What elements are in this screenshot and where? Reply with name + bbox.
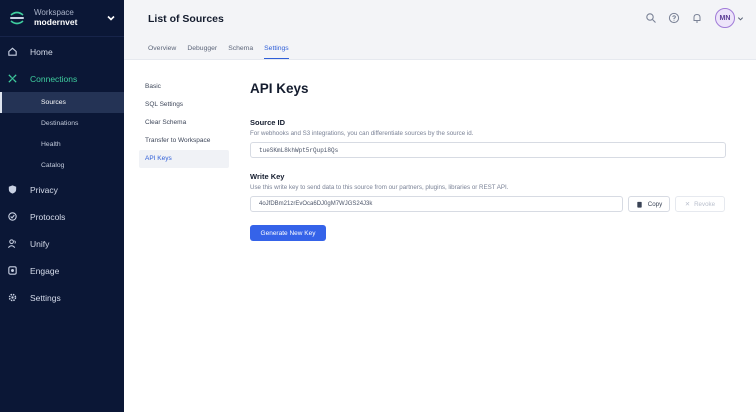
sidebar-item-label: Settings <box>30 292 61 303</box>
sidebar-item-connections[interactable]: Connections <box>0 65 124 92</box>
sidebar-subitem-health[interactable]: Health <box>0 134 124 155</box>
section-title: API Keys <box>250 81 309 96</box>
sidebar: Workspace modernvet Home Connections Sou… <box>0 0 124 412</box>
copy-button[interactable]: Copy <box>628 196 670 212</box>
settings-nav-basic[interactable]: Basic <box>139 78 229 96</box>
source-id-field[interactable]: tueSKmL8khWpt5rQupi8Qs <box>250 142 726 158</box>
tab-overview[interactable]: Overview <box>148 37 176 59</box>
engage-icon <box>8 266 17 275</box>
close-icon: ✕ <box>684 200 691 208</box>
workspace-name: modernvet <box>34 16 78 27</box>
sidebar-item-label: Connections <box>30 73 78 84</box>
chevron-down-icon[interactable] <box>737 15 744 22</box>
sidebar-subitem-catalog[interactable]: Catalog <box>0 155 124 176</box>
revoke-button[interactable]: ✕ Revoke <box>675 196 725 212</box>
settings-nav-transfer[interactable]: Transfer to Workspace <box>139 132 229 150</box>
gear-icon <box>8 293 17 302</box>
shield-icon <box>8 185 17 194</box>
settings-nav-api-keys[interactable]: API Keys <box>139 150 229 168</box>
avatar[interactable]: MN <box>715 8 735 28</box>
sidebar-item-engage[interactable]: Engage <box>0 257 124 284</box>
workspace-switcher[interactable]: Workspace modernvet <box>0 0 124 37</box>
help-icon[interactable] <box>668 12 680 24</box>
sidebar-item-label: Engage <box>30 265 60 276</box>
revoke-button-label: Revoke <box>694 200 716 208</box>
page-title: List of Sources <box>148 12 224 25</box>
sidebar-item-label: Home <box>30 46 53 57</box>
sidebar-subitem-sources[interactable]: Sources <box>0 92 124 113</box>
generate-new-key-button[interactable]: Generate New Key <box>250 225 326 241</box>
copy-button-label: Copy <box>647 200 663 208</box>
bell-icon[interactable] <box>691 12 703 24</box>
settings-nav-sql-settings[interactable]: SQL Settings <box>139 96 229 114</box>
sidebar-item-unify[interactable]: Unify <box>0 230 124 257</box>
api-keys-panel: API Keys Source ID For webhooks and S3 i… <box>250 78 726 241</box>
clipboard-icon <box>637 201 642 208</box>
users-icon <box>7 239 16 248</box>
tab-debugger[interactable]: Debugger <box>187 37 217 59</box>
settings-nav-clear-schema[interactable]: Clear Schema <box>139 114 229 132</box>
tab-schema[interactable]: Schema <box>228 37 253 59</box>
chevron-down-icon <box>107 15 115 21</box>
write-key-help: Use this write key to send data to this … <box>250 184 509 191</box>
source-id-label: Source ID <box>250 118 286 127</box>
sidebar-item-privacy[interactable]: Privacy <box>0 176 124 203</box>
sidebar-item-label: Privacy <box>30 184 58 195</box>
search-icon[interactable] <box>645 12 657 24</box>
tab-settings[interactable]: Settings <box>264 37 289 59</box>
sidebar-item-home[interactable]: Home <box>0 38 124 65</box>
home-icon <box>8 47 17 56</box>
write-key-field[interactable]: 4oJfDBm21zrEvOca6DJ0gM7WJGS24J3k <box>250 196 623 212</box>
sidebar-item-label: Unify <box>30 238 50 249</box>
top-header: List of Sources MN <box>124 0 756 37</box>
source-tabs: Overview Debugger Schema Settings <box>124 37 756 60</box>
protocols-icon <box>8 212 17 221</box>
connections-icon <box>8 74 17 83</box>
sidebar-item-settings[interactable]: Settings <box>0 284 124 311</box>
workspace-logo-icon <box>10 11 24 25</box>
sidebar-item-protocols[interactable]: Protocols <box>0 203 124 230</box>
sidebar-subitem-destinations[interactable]: Destinations <box>0 113 124 134</box>
write-key-label: Write Key <box>250 172 285 181</box>
settings-nav: Basic SQL Settings Clear Schema Transfer… <box>139 78 229 168</box>
source-id-help: For webhooks and S3 integrations, you ca… <box>250 130 474 137</box>
sidebar-item-label: Protocols <box>30 211 66 222</box>
